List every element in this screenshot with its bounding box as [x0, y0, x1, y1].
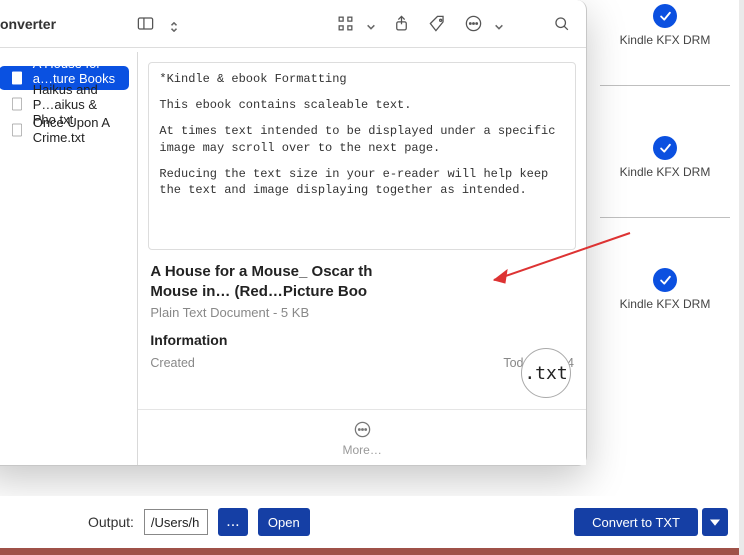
status-label: Kindle KFX DRM [620, 297, 711, 311]
window-title: onverter [0, 16, 56, 32]
file-picker-sheet: onverter [0, 0, 587, 466]
preview-line: *Kindle & ebook Formatting [159, 71, 565, 87]
divider [600, 217, 730, 218]
output-label: Output: [88, 514, 134, 530]
tag-icon[interactable] [426, 13, 448, 35]
browse-button[interactable]: ... [218, 508, 248, 536]
file-row[interactable]: Haikus and P…aikus & Pho.txt [0, 92, 129, 116]
preview-line: At times text intended to be displayed u… [159, 123, 565, 155]
info-row-created: Created Today, 20:54 [148, 356, 576, 370]
file-icon [9, 70, 25, 86]
status-label: Kindle KFX DRM [620, 33, 711, 47]
text-preview: *Kindle & ebook Formatting This ebook co… [148, 62, 576, 250]
file-subtitle: Plain Text Document - 5 KB [150, 305, 574, 320]
open-button[interactable]: Open [258, 508, 310, 536]
preview-line: This ebook contains scaleable text. [159, 97, 565, 113]
convert-dropdown-button[interactable] [702, 508, 728, 536]
convert-button[interactable]: Convert to TXT [574, 508, 698, 536]
file-extension-badge: .txt [521, 348, 571, 398]
check-icon [653, 4, 677, 28]
check-icon [653, 136, 677, 160]
share-icon[interactable] [390, 13, 412, 35]
status-item: Kindle KFX DRM [600, 268, 730, 311]
file-row[interactable]: Once Upon A Crime.txt [0, 118, 129, 142]
sidebar-toggle-icon[interactable] [135, 13, 157, 35]
info-heading: Information [150, 332, 574, 348]
more-label[interactable]: More… [343, 443, 382, 457]
status-label: Kindle KFX DRM [620, 165, 711, 179]
output-path-field[interactable]: /Users/h [144, 509, 208, 535]
divider [600, 85, 730, 86]
more-icon[interactable] [462, 13, 484, 35]
window-bottom-edge [0, 548, 744, 555]
preview-line: Reducing the text size in your e-reader … [159, 166, 565, 198]
chevron-down-icon[interactable] [366, 19, 376, 29]
more-icon[interactable] [351, 419, 373, 441]
chevron-down-icon[interactable] [494, 19, 504, 29]
window-right-edge [739, 0, 744, 555]
file-icon [9, 122, 25, 138]
search-icon[interactable] [550, 13, 572, 35]
file-icon [9, 96, 25, 112]
info-key: Created [150, 356, 194, 370]
status-item: Kindle KFX DRM [600, 136, 730, 179]
file-name: Once Upon A Crime.txt [33, 115, 120, 145]
chevron-updown-icon[interactable] [169, 19, 179, 29]
check-icon [653, 268, 677, 292]
grid-view-icon[interactable] [334, 13, 356, 35]
file-title: A House for a Mouse_ Oscar th Mouse in… … [150, 262, 574, 301]
status-item: Kindle KFX DRM [600, 4, 730, 47]
